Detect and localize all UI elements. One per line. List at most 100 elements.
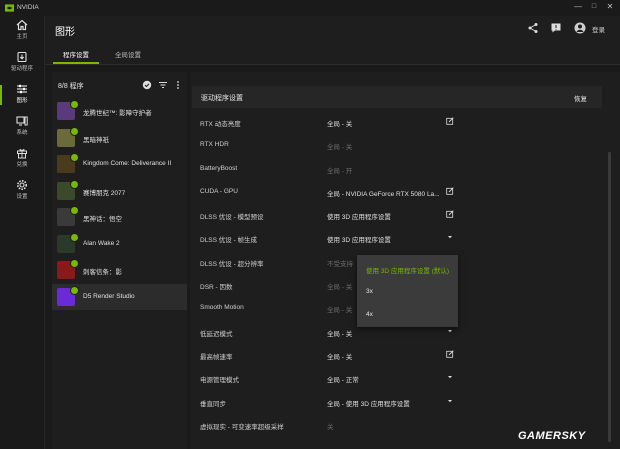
setting-row[interactable]: 垂直同步 全局 - 使用 3D 应用程序设置 <box>190 390 602 413</box>
setting-value: 全局 - 关 <box>327 284 353 292</box>
share-icon[interactable] <box>527 22 539 34</box>
restore-button[interactable]: 恢复 <box>574 93 587 103</box>
program-name: 龙腾世纪™: 影障守护者 <box>83 110 152 117</box>
chevron-down-icon[interactable] <box>446 397 454 405</box>
setting-label: BatteryBoost <box>200 164 238 172</box>
program-count-heading: 8/8 程序 <box>58 83 84 90</box>
avatar-icon[interactable] <box>574 22 586 34</box>
setting-label: 低延迟模式 <box>200 330 233 338</box>
program-list: 龙腾世纪™: 影障守护者 黑暗神祇 Kingdom Come: Deliveranc… <box>52 98 187 310</box>
close-button[interactable]: ✕ <box>602 2 618 11</box>
setting-label: 电源管理模式 <box>200 377 239 385</box>
edit-icon[interactable] <box>446 210 454 218</box>
check-badge-icon <box>70 153 79 162</box>
setting-row[interactable]: DLSS 优设 - 模型预设 使用 3D 应用程序设置 <box>190 203 602 226</box>
setting-value: 使用 3D 应用程序设置 <box>327 214 391 222</box>
setting-value: 全局 - 开 <box>327 167 353 175</box>
setting-row[interactable]: RTX HDR 全局 - 关 <box>190 133 602 156</box>
setting-row[interactable]: 最高帧速率 全局 - 关 <box>190 343 602 366</box>
check-circle-icon[interactable] <box>142 80 152 90</box>
setting-label: RTX HDR <box>200 141 229 149</box>
nvidia-logo-icon <box>5 4 14 12</box>
check-badge-icon <box>70 232 79 242</box>
setting-value: 全局 - 关 <box>327 121 353 128</box>
setting-label: DSR - 因数 <box>200 284 233 292</box>
setting-value: 全局 - 关 <box>327 353 353 361</box>
driver-icon <box>17 51 27 63</box>
program-name: 黑暗神祇 <box>83 136 109 144</box>
nav-item-redeem[interactable]: 兑换 <box>0 147 44 171</box>
program-name: Kingdom Come: Deliverance II <box>83 160 172 167</box>
program-item[interactable]: 龙腾世纪™: 影障守护者 <box>52 98 187 125</box>
program-item[interactable]: Kingdom Come: Deliverance II <box>52 151 187 178</box>
program-name: 赛博朋克 2077 <box>83 189 126 197</box>
watermark: GAMERSKY <box>518 430 586 442</box>
setting-value: 全局 - NVIDIA GeForce RTX 5080 La... <box>327 190 440 198</box>
nav-label: 驱动程序 <box>10 66 33 72</box>
setting-label: DLSS 优设 - 帧生成 <box>200 237 258 245</box>
left-navigation: 主页 驱动程序 图形 系统 兑换 设置 <box>0 16 45 449</box>
dropdown-option[interactable]: 3x <box>366 288 373 295</box>
setting-value: 使用 3D 应用程序设置 <box>327 237 391 245</box>
program-item[interactable]: D5 Render Studio <box>52 283 187 310</box>
scrollbar[interactable] <box>608 152 611 442</box>
edit-icon[interactable] <box>446 187 454 195</box>
login-button[interactable]: 登录 <box>592 24 605 34</box>
program-list-panel: 8/8 程序 龙腾世纪™: 影障守护者 黑暗神祇 Kingdom Come: Del… <box>52 72 187 449</box>
nav-label: 设置 <box>16 194 28 200</box>
feedback-icon[interactable] <box>550 22 562 34</box>
nav-label: 系统 <box>16 130 28 136</box>
maximize-button[interactable]: □ <box>586 3 602 10</box>
driver-settings-header: 驱动程序设置 恢复 <box>192 86 602 108</box>
setting-row[interactable]: BatteryBoost 全局 - 开 <box>190 157 602 180</box>
check-badge-icon <box>70 100 79 109</box>
check-badge-icon <box>70 285 79 295</box>
program-item[interactable]: 黑神话：悟空 <box>52 204 187 231</box>
setting-row[interactable]: RTX 动态亮度 全局 - 关 <box>190 110 602 133</box>
page-header: 图形 登录 <box>45 16 620 42</box>
setting-value: 不受支持 <box>327 260 353 268</box>
chevron-down-icon[interactable] <box>446 327 454 335</box>
setting-value: 全局 - 使用 3D 应用程序设置 <box>327 400 410 408</box>
chevron-down-icon[interactable] <box>446 233 454 241</box>
setting-label: 垂直同步 <box>200 400 226 408</box>
more-options-icon[interactable] <box>173 80 183 90</box>
nav-item-drivers[interactable]: 驱动程序 <box>0 51 44 75</box>
filter-icon[interactable] <box>158 80 168 90</box>
nav-item-system[interactable]: 系统 <box>0 115 44 139</box>
program-item[interactable]: Alan Wake 2 <box>52 231 187 258</box>
setting-label: 虚拟现实 - 可变速率超级采样 <box>200 423 284 431</box>
dropdown-option[interactable]: 4x <box>366 311 373 318</box>
home-icon <box>16 19 28 31</box>
tab-bar: 程序设置 全局设置 <box>45 42 620 65</box>
frame-generation-dropdown: 使用 3D 应用程序设置 (默认) 3x 4x <box>357 255 458 327</box>
setting-label: 最高帧速率 <box>200 353 233 361</box>
setting-row[interactable]: CUDA - GPU 全局 - NVIDIA GeForce RTX 5080 L… <box>190 180 602 203</box>
nav-item-home[interactable]: 主页 <box>0 19 44 43</box>
program-item[interactable]: 黑暗神祇 <box>52 125 187 152</box>
tab-program-settings[interactable]: 程序设置 <box>63 49 89 59</box>
check-badge-icon <box>70 126 79 136</box>
setting-value: 全局 - 关 <box>327 144 353 152</box>
dropdown-option[interactable]: 使用 3D 应用程序设置 (默认) <box>366 265 449 275</box>
program-item[interactable]: 赛博朋克 2077 <box>52 178 187 205</box>
graphics-sliders-icon <box>17 84 27 94</box>
check-badge-icon <box>70 259 79 268</box>
setting-row[interactable]: 电源管理模式 全局 - 正常 <box>190 366 602 389</box>
setting-label: RTX 动态亮度 <box>200 121 241 128</box>
nav-label: 主页 <box>16 34 28 40</box>
gear-icon <box>17 180 27 190</box>
program-name: 黑神话：悟空 <box>83 216 122 223</box>
edit-icon[interactable] <box>446 350 454 358</box>
tab-global-settings[interactable]: 全局设置 <box>115 49 141 59</box>
minimize-button[interactable]: — <box>570 2 586 11</box>
check-badge-icon <box>70 206 79 215</box>
setting-row[interactable]: DLSS 优设 - 帧生成 使用 3D 应用程序设置 <box>190 226 602 249</box>
edit-icon[interactable] <box>446 117 454 125</box>
nav-item-graphics[interactable]: 图形 <box>0 83 44 107</box>
program-item[interactable]: 刺客信条：影 <box>52 257 187 284</box>
chevron-down-icon[interactable] <box>446 373 454 381</box>
nav-item-settings[interactable]: 设置 <box>0 179 44 203</box>
system-monitor-icon <box>16 116 28 126</box>
setting-value: 全局 - 正常 <box>327 377 359 385</box>
